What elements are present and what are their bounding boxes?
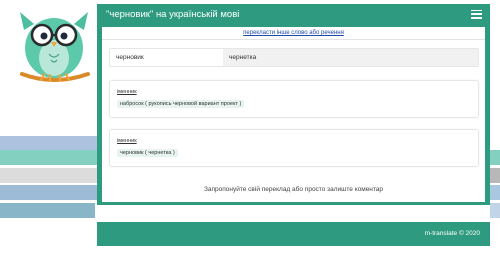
translation-entry: іменник набросок ( рукопись черновой вар…: [109, 80, 479, 118]
translate-other-link[interactable]: перекласти інше слово або речення: [102, 30, 485, 36]
word-pair-row: черновик чернетка: [109, 48, 479, 67]
hamburger-menu-icon[interactable]: [471, 9, 482, 19]
decor-stripe: [490, 185, 500, 200]
suggest-translation-link[interactable]: Запропонуйте свій переклад або просто за…: [102, 186, 485, 193]
page-footer: m-translate © 2020: [97, 222, 490, 246]
owl-logo: [20, 12, 90, 82]
decor-stripe: [490, 168, 500, 183]
translation-chip: набросок ( рукопись черновой вариант про…: [117, 100, 245, 108]
copyright-text: m-translate © 2020: [424, 230, 480, 237]
translation-chip: черновик ( чернетка ): [117, 149, 178, 157]
decor-stripe: [0, 203, 95, 218]
decor-stripe: [490, 203, 500, 218]
part-of-speech-label: іменник: [117, 138, 137, 144]
page-header: "черновик" на українській мові: [97, 4, 490, 24]
decor-stripe: [0, 185, 110, 200]
page-title: "черновик" на українській мові: [106, 8, 240, 20]
divider: [102, 39, 485, 40]
content-card: перекласти інше слово або речення чернов…: [102, 27, 485, 202]
translated-word: чернетка: [223, 49, 478, 66]
decor-stripe: [490, 150, 500, 165]
translation-entry: іменник черновик ( чернетка ): [109, 129, 479, 167]
main-panel: перекласти інше слово або речення чернов…: [97, 24, 490, 205]
part-of-speech-label: іменник: [117, 89, 137, 95]
decor-stripe: [0, 136, 110, 151]
source-word: черновик: [116, 54, 144, 61]
decor-stripe: [0, 168, 100, 183]
